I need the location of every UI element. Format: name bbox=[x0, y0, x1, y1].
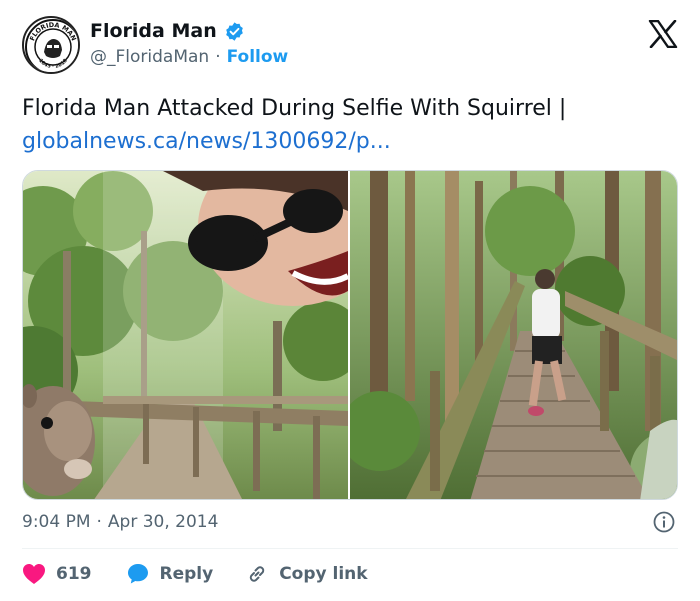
action-bar: 619 Reply Copy link bbox=[22, 559, 368, 589]
display-name[interactable]: Florida Man bbox=[90, 20, 217, 42]
follow-button[interactable]: Follow bbox=[227, 47, 289, 67]
reply-button[interactable]: Reply bbox=[126, 562, 214, 586]
tweet-time: 9:04 PM bbox=[22, 512, 91, 532]
reply-bubble-icon bbox=[127, 564, 148, 584]
reply-label: Reply bbox=[159, 564, 214, 584]
tweet-link[interactable]: globalnews.ca/news/1300692/p... bbox=[22, 129, 391, 154]
tweet-body: Florida Man Attacked During Selfie With … bbox=[22, 96, 567, 121]
handle-separator: · bbox=[215, 47, 221, 67]
info-icon[interactable] bbox=[652, 510, 676, 534]
tweet-date: Apr 30, 2014 bbox=[107, 512, 219, 532]
copy-link-label: Copy link bbox=[279, 564, 368, 584]
running-on-boardwalk-photo[interactable] bbox=[348, 171, 677, 499]
like-button[interactable]: 619 bbox=[22, 563, 92, 585]
link-chain-icon bbox=[250, 566, 265, 582]
timestamp-separator: · bbox=[96, 512, 102, 532]
x-logo-icon[interactable] bbox=[648, 19, 678, 49]
verified-badge-icon bbox=[224, 21, 245, 42]
tweet-text: Florida Man Attacked During Selfie With … bbox=[22, 92, 682, 158]
heart-icon bbox=[23, 564, 45, 584]
avatar[interactable]: FLORIDA MAN 1845 · 2018 bbox=[22, 16, 80, 74]
handle[interactable]: @_FloridaMan bbox=[90, 47, 209, 67]
selfie-with-squirrel-photo[interactable] bbox=[23, 171, 348, 499]
account-info: Florida Man @_FloridaMan · Follow bbox=[90, 20, 288, 67]
divider bbox=[22, 548, 678, 549]
tweet-header: FLORIDA MAN 1845 · 2018 Florida Man @_Fl… bbox=[22, 14, 682, 76]
tweet-timestamp[interactable]: 9:04 PM · Apr 30, 2014 bbox=[22, 512, 218, 532]
copy-link-button[interactable]: Copy link bbox=[245, 562, 368, 586]
media-grid bbox=[22, 170, 678, 500]
like-count: 619 bbox=[56, 564, 92, 584]
